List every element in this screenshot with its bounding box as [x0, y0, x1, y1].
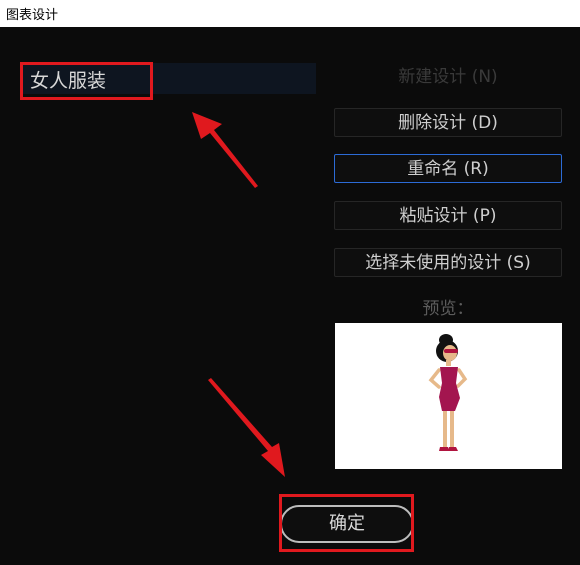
annotation-arrows — [192, 112, 285, 477]
arrow-icon — [192, 112, 258, 188]
arrow-icon — [208, 378, 285, 477]
